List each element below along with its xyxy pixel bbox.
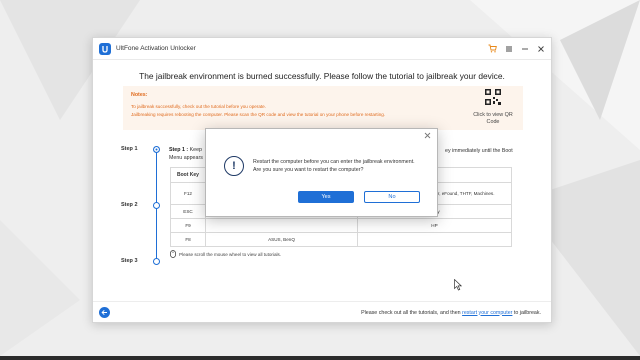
footer-text-after: to jailbreak.: [513, 309, 541, 316]
app-logo-icon: [99, 42, 111, 55]
mouse-cursor-icon: [454, 279, 462, 291]
mouse-wheel-hint: Please scroll the mouse wheel to view al…: [170, 250, 281, 258]
table-cell-mid: ASUS, BenQ: [205, 232, 358, 247]
exclamation-icon: !: [224, 156, 244, 176]
dialog-message-line-1: Restart the computer before you can ente…: [253, 159, 415, 165]
table-cell-right: [357, 232, 512, 247]
table-cell-key: F12: [170, 182, 206, 205]
minimize-icon[interactable]: [520, 44, 529, 53]
table-cell-key: F8: [170, 232, 206, 247]
qr-code-icon: [485, 89, 501, 105]
footer-message: Please check out all the tutorials, and …: [361, 310, 541, 316]
step-3-label: Step 3: [121, 258, 138, 264]
notes-line-2: Jailbreaking requires rebooting the comp…: [131, 112, 386, 117]
title-bar: UltFone Activation Unlocker: [93, 38, 551, 60]
table-row: F9 HP: [170, 218, 512, 233]
back-button[interactable]: [99, 307, 110, 318]
footer-text-before: Please check out all the tutorials, and …: [361, 309, 461, 316]
table-cell-mid: [205, 218, 358, 233]
table-cell-right: HP: [357, 218, 512, 233]
step-3-dot[interactable]: [153, 258, 160, 265]
step-1-label: Step 1: [121, 146, 138, 152]
step-2-label: Step 2: [121, 202, 138, 208]
qr-code-label: Click to view QR Code: [473, 112, 513, 125]
mouse-icon: [170, 250, 176, 258]
taskbar-strip: [0, 356, 640, 360]
dialog-message-line-2: Are you sure you want to restart the com…: [253, 166, 364, 173]
table-cell-key: ESC: [170, 204, 206, 219]
yes-button[interactable]: Yes: [298, 191, 354, 203]
notes-line-1: To jailbreak successfully, check out the…: [131, 104, 266, 109]
notes-title: Notes:: [131, 92, 148, 98]
table-cell-key: F9: [170, 218, 206, 233]
qr-code-link[interactable]: Click to view QR Code: [469, 89, 517, 126]
table-row: F8 ASUS, BenQ: [170, 232, 512, 247]
step-1-text-b: Menu appears: [169, 155, 203, 161]
footer-bar: Please check out all the tutorials, and …: [93, 301, 551, 323]
no-button[interactable]: No: [364, 191, 420, 203]
page-headline: The jailbreak environment is burned succ…: [139, 71, 505, 81]
notes-panel: Notes: To jailbreak successfully, check …: [123, 86, 523, 130]
cart-icon[interactable]: [488, 44, 497, 53]
menu-icon[interactable]: [504, 44, 513, 53]
step-1-description-right: ey immediately until the Boot: [445, 148, 513, 154]
restart-computer-link[interactable]: restart your computer: [462, 310, 512, 316]
table-header-boot-key: Boot Key: [170, 167, 206, 183]
dialog-message: Restart the computer before you can ente…: [253, 159, 433, 174]
dialog-close-icon[interactable]: [424, 132, 431, 141]
app-title: UltFone Activation Unlocker: [116, 45, 196, 52]
restart-confirm-dialog: ! Restart the computer before you can en…: [205, 128, 438, 217]
close-icon[interactable]: [536, 44, 545, 53]
step-1-lead: Step 1 :: [169, 147, 189, 153]
step-2-dot[interactable]: [153, 202, 160, 209]
arrow-left-icon: [101, 309, 107, 316]
mouse-hint-text: Please scroll the mouse wheel to view al…: [179, 251, 282, 257]
step-1-text-a: Keep: [189, 147, 202, 153]
step-1-dot[interactable]: [153, 146, 160, 153]
